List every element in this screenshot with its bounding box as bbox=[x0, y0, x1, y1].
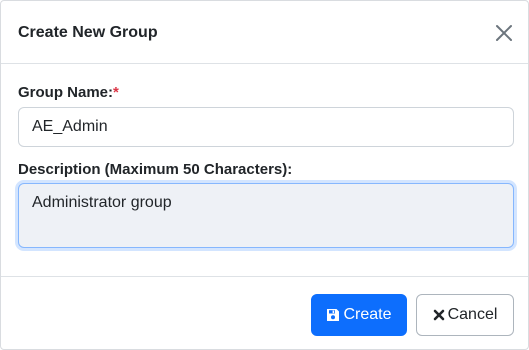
times-icon bbox=[433, 309, 445, 321]
description-label: Description (Maximum 50 Characters): bbox=[18, 161, 293, 178]
footer-divider bbox=[1, 276, 528, 277]
group-name-label: Group Name:* bbox=[18, 84, 119, 102]
dialog-title: Create New Group bbox=[18, 24, 158, 41]
cancel-button-label: Cancel bbox=[447, 306, 498, 323]
create-group-dialog: Create New Group Group Name:* AE_Admin D… bbox=[0, 0, 529, 350]
description-textarea[interactable]: Administrator group bbox=[18, 183, 514, 248]
create-button[interactable]: Create bbox=[311, 294, 407, 336]
cancel-button[interactable]: Cancel bbox=[416, 294, 514, 336]
group-name-input[interactable]: AE_Admin bbox=[18, 107, 514, 147]
dialog-header: Create New Group bbox=[1, 1, 528, 64]
create-button-label: Create bbox=[343, 306, 392, 323]
group-name-label-text: Group Name: bbox=[18, 84, 114, 101]
save-icon bbox=[326, 308, 340, 322]
close-button[interactable] bbox=[494, 23, 514, 43]
close-icon bbox=[494, 23, 514, 43]
required-marker: * bbox=[113, 84, 119, 101]
